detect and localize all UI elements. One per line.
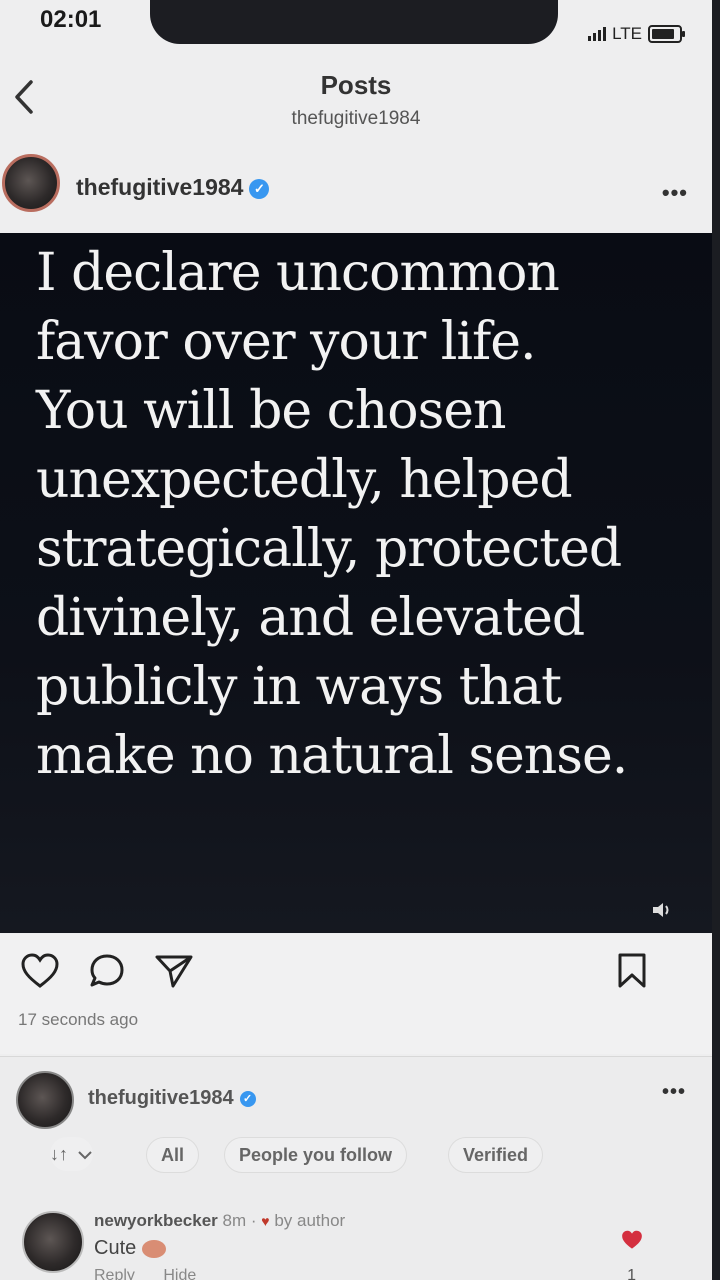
filter-people-you-follow[interactable]: People you follow — [224, 1137, 408, 1173]
quote-line: publicly in ways that — [36, 657, 562, 717]
post-author-name[interactable]: thefugitive1984 ✓ — [76, 174, 270, 201]
post-timestamp: 17 seconds ago — [18, 1010, 139, 1029]
comment-icon[interactable] — [88, 952, 126, 990]
network-label: LTE — [612, 24, 642, 43]
verified-icon: ✓ — [249, 178, 270, 199]
filter-all[interactable]: All — [146, 1137, 200, 1173]
sort-button[interactable]: ↓↑ — [50, 1137, 94, 1171]
comment-like-heart-icon[interactable] — [620, 1229, 644, 1251]
signal-icon — [588, 27, 607, 41]
author-badge: by author — [274, 1211, 346, 1230]
quote-line: You will be chosen — [36, 381, 507, 441]
top-nav: Posts thefugitive1984 — [0, 48, 712, 148]
share-icon[interactable] — [154, 952, 194, 990]
quote-text: I declare uncommon favor over your life.… — [36, 239, 676, 791]
comments-author-name[interactable]: thefugitive1984 ✓ — [88, 1087, 256, 1110]
comment-age: 8m — [222, 1211, 247, 1230]
hide-button[interactable]: Hide — [163, 1267, 196, 1280]
quote-line: I declare uncommon — [36, 243, 560, 303]
comments-author-username[interactable]: thefugitive1984 — [88, 1087, 234, 1109]
reply-button[interactable]: Reply — [94, 1267, 135, 1280]
comment-author-line: newyorkbecker 8m · ♥ by author — [94, 1211, 346, 1230]
page-title: Posts — [320, 70, 392, 100]
post-action-bar: 17 seconds ago — [0, 934, 712, 1054]
quote-line: favor over your life. — [36, 312, 537, 372]
post-author-username[interactable]: thefugitive1984 — [76, 174, 243, 200]
heart-icon[interactable] — [20, 952, 60, 990]
author-liked-icon: ♥ — [261, 1213, 270, 1229]
quote-line: make no natural sense. — [36, 726, 628, 786]
quote-line: strategically, protected — [36, 519, 622, 579]
bookmark-icon[interactable] — [616, 952, 648, 990]
comment-filter-row: ↓↑ All People you follow Verified — [0, 1133, 712, 1177]
comments-section: thefugitive1984 ✓ ••• ↓↑ All People you f… — [0, 1056, 712, 1280]
comment-body: Cute — [94, 1237, 137, 1259]
camera-notch — [150, 0, 558, 44]
post-author-avatar[interactable] — [2, 154, 60, 212]
verified-icon: ✓ — [239, 1090, 256, 1107]
comment-text: Cute — [94, 1237, 167, 1260]
commenter-avatar[interactable] — [22, 1211, 84, 1273]
quote-line: divinely, and elevated — [36, 588, 585, 648]
comment-actions: Reply Hide — [94, 1267, 220, 1280]
chevron-down-icon — [78, 1151, 92, 1160]
post-more-button[interactable]: ••• — [662, 180, 688, 206]
status-bar: 02:01 LTE — [0, 0, 712, 48]
comments-author-avatar[interactable] — [16, 1071, 74, 1129]
phone-screen: 02:01 LTE Posts thefugitive1984 thefugit… — [0, 0, 712, 1280]
commenter-username[interactable]: newyorkbecker — [94, 1211, 218, 1230]
battery-icon — [648, 25, 685, 43]
status-icons: LTE — [588, 24, 685, 44]
smile-emoji-icon — [142, 1239, 167, 1258]
page-subtitle: thefugitive1984 — [291, 108, 421, 129]
filter-verified[interactable]: Verified — [448, 1137, 544, 1173]
quote-line: unexpectedly, helped — [36, 450, 573, 510]
comments-more-button[interactable]: ••• — [662, 1081, 686, 1104]
sound-icon[interactable] — [652, 901, 672, 919]
post-image[interactable]: I declare uncommon favor over your life.… — [0, 233, 712, 933]
sort-label: ↓↑ — [50, 1144, 68, 1164]
post-header: thefugitive1984 ✓ ••• — [0, 150, 712, 232]
comment-like-count: 1 — [627, 1267, 636, 1280]
status-time: 02:01 — [40, 6, 102, 33]
